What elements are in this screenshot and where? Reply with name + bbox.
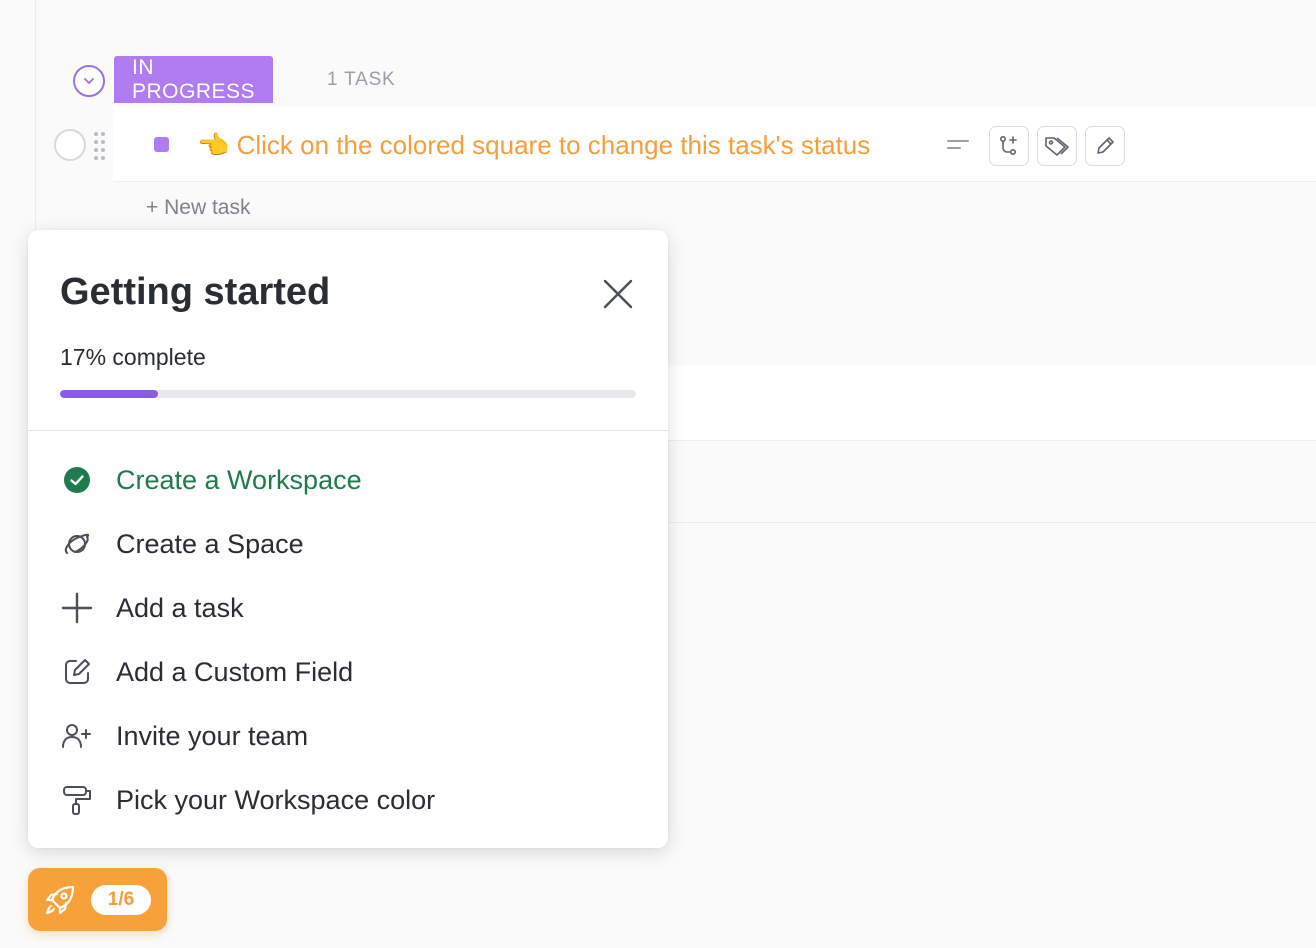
step-create-space[interactable]: Create a Space <box>28 512 668 576</box>
step-add-custom-field[interactable]: Add a Custom Field <box>28 640 668 704</box>
onboarding-launcher-button[interactable]: 1/6 <box>28 868 167 931</box>
edit-field-icon <box>60 655 94 689</box>
step-label: Create a Workspace <box>116 464 362 495</box>
close-icon <box>603 279 633 309</box>
planet-icon <box>60 527 94 561</box>
progress-label: 17% complete <box>60 344 206 370</box>
drag-handle-icon[interactable] <box>93 131 107 160</box>
progress-badge: 1/6 <box>91 885 151 915</box>
task-count: 1 TASK <box>327 69 396 90</box>
progress-bar-fill <box>60 390 158 398</box>
step-invite-team[interactable]: Invite your team <box>28 704 668 768</box>
rocket-icon <box>45 885 75 915</box>
background-row <box>668 365 1316 441</box>
step-label: Pick your Workspace color <box>116 784 436 815</box>
task-name[interactable]: 👈 Click on the colored square to change … <box>197 130 870 161</box>
subtask-icon <box>999 135 1017 156</box>
plus-icon <box>60 591 94 625</box>
checklist: Create a Workspace Create a Space Add a … <box>28 448 668 832</box>
chevron-down-icon <box>84 78 94 84</box>
list-left-border <box>35 0 36 232</box>
add-subtask-button[interactable] <box>989 126 1029 166</box>
task-status-square[interactable] <box>154 137 169 152</box>
background-divider <box>668 522 1316 523</box>
add-user-icon <box>60 719 94 753</box>
getting-started-panel: Getting started 17% complete Create a Wo… <box>28 230 668 848</box>
panel-divider <box>28 430 668 431</box>
task-complete-checkbox[interactable] <box>54 129 86 161</box>
progress-bar <box>60 390 636 398</box>
collapse-group-button[interactable] <box>73 65 105 97</box>
tag-icon <box>1045 137 1069 156</box>
panel-title: Getting started <box>60 271 331 313</box>
rename-task-button[interactable] <box>1085 126 1125 166</box>
add-tag-button[interactable] <box>1037 126 1077 166</box>
step-add-task[interactable]: Add a task <box>28 576 668 640</box>
step-label: Add a Custom Field <box>116 656 354 687</box>
paint-roller-icon <box>60 783 94 817</box>
new-task-button[interactable]: + New task <box>146 196 250 220</box>
check-circle-icon <box>60 463 94 497</box>
pencil-icon <box>1097 137 1114 154</box>
step-pick-color[interactable]: Pick your Workspace color <box>28 768 668 832</box>
step-create-workspace[interactable]: Create a Workspace <box>28 448 668 512</box>
status-group-label[interactable]: IN PROGRESS <box>114 56 274 103</box>
description-icon <box>947 140 969 149</box>
step-label: Add a task <box>116 592 244 623</box>
step-label: Create a Space <box>116 528 304 559</box>
step-label: Invite your team <box>116 720 309 751</box>
close-panel-button[interactable] <box>598 274 638 314</box>
